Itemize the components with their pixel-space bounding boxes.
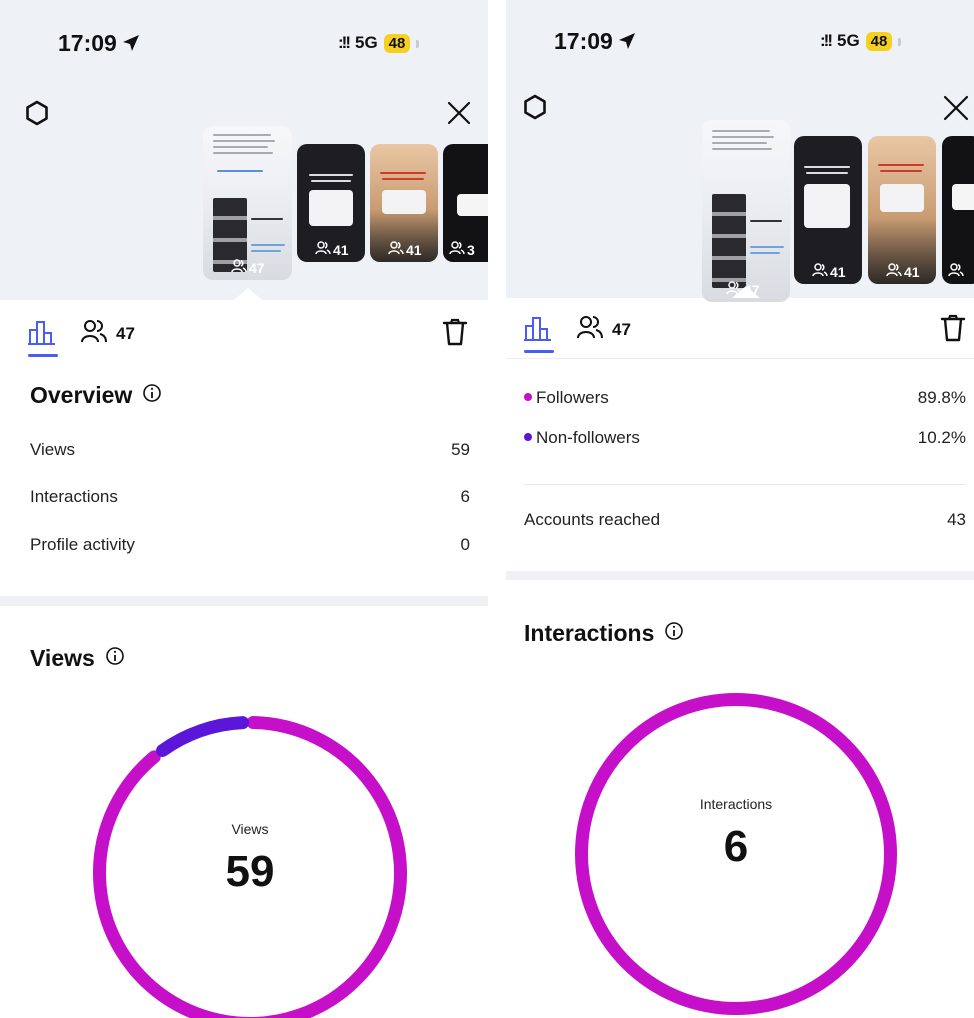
interactions-donut-chart: Interactions 6 [574,692,898,1016]
active-tab-indicator [524,350,554,353]
people-icon [886,263,902,280]
viewers-count: 47 [612,319,631,339]
section-divider [506,571,974,580]
followers-dot [524,393,532,401]
people-icon [315,241,331,258]
info-icon[interactable] [105,645,125,672]
active-tab-indicator [28,354,58,357]
status-time: 17:09 [58,30,141,59]
non-followers-dot [524,433,532,441]
story-thumbnail[interactable]: 41 [794,136,862,284]
signal-icon: :!! [820,31,833,50]
bar-chart-icon[interactable] [524,316,552,347]
views-donut-chart: Views 59 [92,715,408,1018]
section-divider [0,596,488,606]
right-screen: 17:09 :!! 5G 48 47 41 41 47 Followers 89… [506,0,974,1018]
story-thumbnail-selected[interactable]: 47 [203,126,292,280]
story-thumbnail-selected[interactable]: 47 [702,120,790,302]
people-icon [388,241,404,258]
thumbnail-viewers: 41 [315,241,349,258]
left-screen: 17:09 :!! 5G 48 47 41 41 3 47 Overview V… [0,0,488,1018]
people-icon [812,263,828,280]
people-icon [449,241,465,258]
story-strip-area: 17:09 :!! 5G 48 47 41 41 [506,0,974,302]
story-thumbnail[interactable] [942,136,974,284]
tab-bar: 47 [0,302,488,358]
tab-divider [506,358,974,359]
thumbnail-viewers [948,263,964,280]
story-thumbnail[interactable]: 41 [297,144,365,262]
thumbnail-viewers: 41 [812,263,846,280]
accounts-reached-row[interactable]: Accounts reached 43 [524,510,966,530]
views-heading: Views [30,645,125,672]
story-thumbnail[interactable]: 41 [370,144,438,262]
settings-gear-icon[interactable] [24,100,50,131]
tab-viewers[interactable]: 47 [576,314,631,345]
people-icon [948,263,964,280]
network-label: 5G [836,31,860,50]
viewers-count: 47 [116,323,135,343]
interactions-heading: Interactions [524,620,684,647]
info-icon[interactable] [142,382,162,409]
location-arrow-icon [617,30,637,57]
overview-heading: Overview [30,382,162,409]
info-icon[interactable] [664,620,684,647]
status-indicators: :!! 5G 48 [338,33,419,53]
network-label: 5G [354,33,378,52]
settings-gear-icon[interactable] [522,94,548,125]
donut-value: 6 [723,822,749,871]
thumbnail-viewers: 41 [388,241,422,258]
battery-icon: 48 [865,31,901,51]
bar-chart-icon[interactable] [28,320,56,351]
overview-row-profile-activity[interactable]: Profile activity 0 [30,535,470,555]
trash-icon[interactable] [940,314,966,347]
donut-slice-non-followers [156,716,250,758]
thumbnail-viewers: 47 [231,259,265,276]
thumbnail-viewers: 41 [886,263,920,280]
divider [524,484,966,485]
overview-row-interactions[interactable]: Interactions 6 [30,487,470,507]
close-icon[interactable] [942,94,970,127]
tab-viewers[interactable]: 47 [80,318,135,349]
overview-row-views[interactable]: Views 59 [30,440,470,460]
donut-label: Views [231,821,269,837]
people-icon [231,259,247,276]
people-icon [80,318,108,349]
signal-icon: :!! [338,33,351,52]
status-time: 17:09 [554,28,637,57]
audience-row-followers[interactable]: Followers 89.8% [524,388,966,408]
battery-icon: 48 [383,33,419,53]
story-thumbnail[interactable]: 3 [443,144,488,262]
trash-icon[interactable] [442,318,468,351]
donut-label: Interactions [699,796,773,812]
audience-row-non-followers[interactable]: Non-followers 10.2% [524,428,966,448]
close-icon[interactable] [446,100,472,131]
selected-pointer [234,288,262,300]
selected-pointer [732,286,760,298]
people-icon [576,314,604,345]
status-indicators: :!! 5G 48 [820,31,901,51]
story-strip-area: 17:09 :!! 5G 48 47 41 41 3 [0,0,488,300]
donut-value: 59 [225,847,275,896]
story-thumbnail[interactable]: 41 [868,136,936,284]
thumbnail-viewers: 3 [449,241,475,258]
tab-bar: 47 [506,300,974,356]
location-arrow-icon [121,32,141,59]
